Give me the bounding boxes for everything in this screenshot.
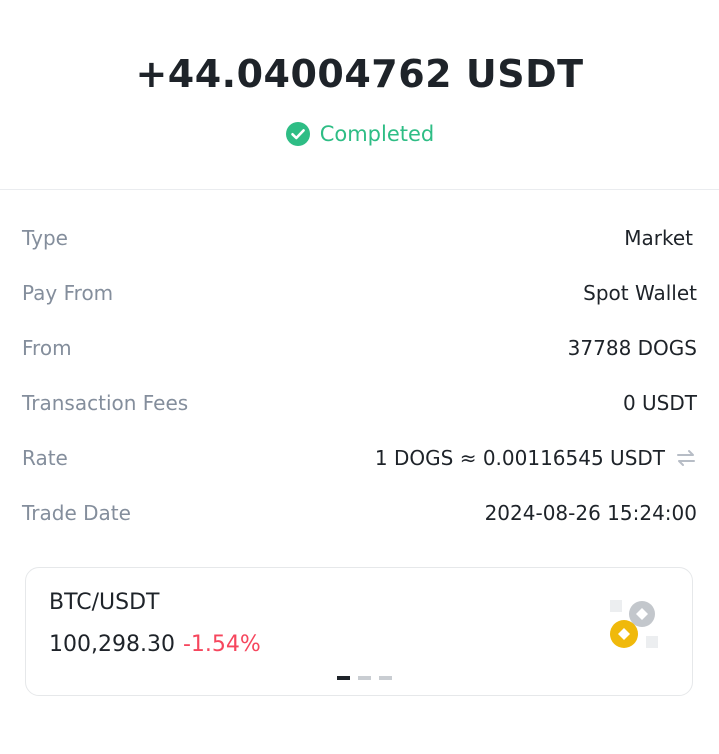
transaction-amount: +44.04004762 USDT (135, 52, 584, 96)
ticker-card[interactable]: BTC/USDT 100,298.30 -1.54% (25, 567, 693, 696)
ticker-pair: BTC/USDT (49, 590, 160, 615)
transaction-header: +44.04004762 USDT Completed (0, 0, 719, 189)
carousel-dot[interactable] (358, 676, 371, 680)
detail-row-type: Type Market (22, 210, 697, 265)
detail-value: 37788 DOGS (567, 335, 697, 360)
rate-value: 1 DOGS ≈ 0.00116545 USDT (374, 445, 665, 470)
carousel-dot[interactable] (379, 676, 392, 680)
ticker-price: 100,298.30 (49, 632, 175, 657)
divider (0, 189, 719, 190)
transaction-status: Completed (0, 121, 719, 147)
detail-row-pay-from: Pay From Spot Wallet (22, 265, 697, 320)
check-circle-icon (285, 121, 311, 147)
detail-row-rate: Rate 1 DOGS ≈ 0.00116545 USDT (22, 430, 697, 485)
detail-value: 1 DOGS ≈ 0.00116545 USDT (375, 446, 697, 470)
swap-arrows-icon[interactable] (675, 447, 697, 469)
detail-row-trade-date: Trade Date 2024-08-26 15:24:00 (22, 485, 697, 540)
detail-value: 2024-08-26 15:24:00 (484, 500, 697, 525)
detail-value: Spot Wallet (583, 280, 697, 305)
detail-value: Market (624, 226, 697, 250)
detail-row-transaction-fees: Transaction Fees 0 USDT (22, 375, 697, 430)
detail-row-from: From 37788 DOGS (22, 320, 697, 375)
coins-icon (606, 596, 662, 652)
ticker-change: -1.54% (182, 632, 261, 657)
detail-label: From (22, 335, 72, 360)
detail-label: Pay From (22, 280, 114, 305)
detail-label: Rate (22, 445, 68, 470)
ticker-price-row: 100,298.30 -1.54% (49, 632, 261, 657)
detail-label: Trade Date (22, 500, 131, 525)
detail-value: 0 USDT (622, 390, 697, 415)
detail-label: Transaction Fees (22, 390, 189, 415)
status-label: Completed (319, 122, 435, 146)
carousel-indicator (337, 676, 400, 680)
carousel-dot-active[interactable] (337, 676, 350, 680)
detail-value-text: Market (624, 225, 693, 250)
detail-label: Type (22, 225, 68, 250)
